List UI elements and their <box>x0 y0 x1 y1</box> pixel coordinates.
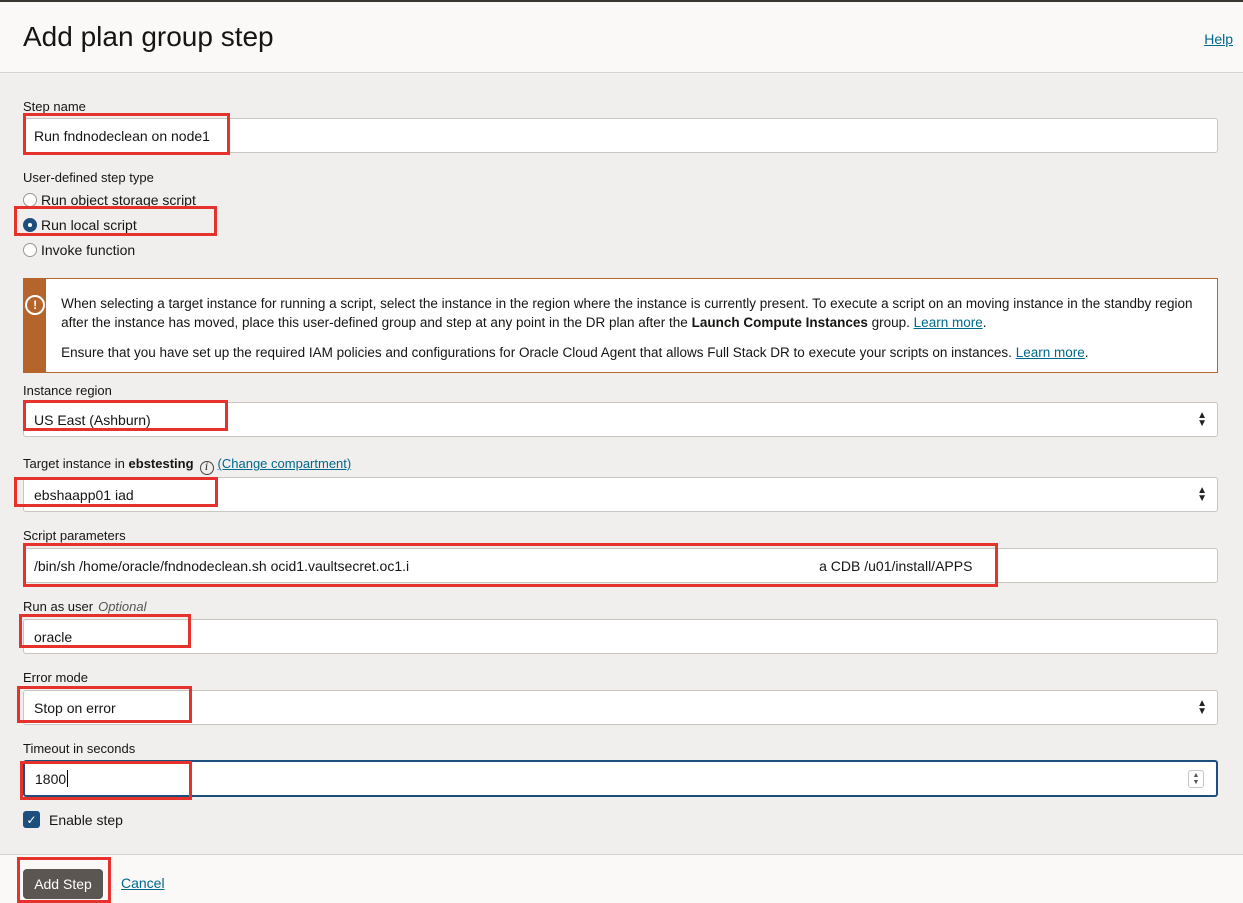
select-arrows-icon: ▲ ▼ <box>1197 484 1207 504</box>
notice-text: When selecting a target instance for run… <box>46 279 1217 372</box>
target-instance-label-prefix: Target instance in <box>23 456 125 471</box>
notice-paragraph: Ensure that you have set up the required… <box>61 345 1089 360</box>
script-parameters-value-end: a CDB /u01/install/APPS <box>819 557 973 574</box>
timeout-label: Timeout in seconds <box>23 741 136 756</box>
cancel-link[interactable]: Cancel <box>121 875 165 891</box>
error-mode-select[interactable]: Stop on error ▲ ▼ <box>23 690 1218 725</box>
timeout-input[interactable]: 1800 ▲ ▼ <box>23 760 1218 797</box>
instance-region-value: US East (Ashburn) <box>34 411 151 428</box>
notice-bold-text: Launch Compute Instances <box>691 315 868 330</box>
radio-label: Invoke function <box>41 242 136 258</box>
notice-bar: ! <box>24 279 47 372</box>
info-icon[interactable]: i <box>199 460 214 475</box>
number-spinner-icon[interactable]: ▲ ▼ <box>1188 769 1204 788</box>
instance-region-select[interactable]: US East (Ashburn) ▲ ▼ <box>23 402 1218 437</box>
compartment-name: ebstesting <box>128 456 194 471</box>
script-parameters-value-start: /bin/sh /home/oracle/fndnodeclean.sh oci… <box>34 557 410 574</box>
radio-unchecked-icon[interactable] <box>23 193 37 207</box>
dialog-footer: Add Step Cancel <box>0 854 1243 903</box>
step-name-label: Step name <box>23 99 86 114</box>
select-arrows-icon: ▲ ▼ <box>1197 697 1207 717</box>
script-parameters-input[interactable]: /bin/sh /home/oracle/fndnodeclean.sh oci… <box>23 548 1218 583</box>
radio-object-storage-script[interactable]: Run object storage script <box>23 192 196 208</box>
radio-checked-icon[interactable] <box>23 218 37 232</box>
run-as-user-label: Run as user Optional <box>23 599 147 614</box>
run-as-user-input[interactable]: oracle <box>23 619 1218 654</box>
select-arrows-icon: ▲ ▼ <box>1197 409 1207 429</box>
radio-unchecked-icon[interactable] <box>23 243 37 257</box>
radio-local-script[interactable]: Run local script <box>23 217 137 233</box>
run-as-user-value: oracle <box>34 628 73 645</box>
alert-circle-icon: ! <box>25 295 46 315</box>
change-compartment-link[interactable]: (Change compartment) <box>218 456 352 471</box>
script-parameters-label: Script parameters <box>23 528 126 543</box>
notice-text-3: Ensure that you have set up the required… <box>61 345 1012 360</box>
instance-region-label: Instance region <box>23 383 112 398</box>
error-mode-value: Stop on error <box>34 699 116 716</box>
checkmark-icon[interactable]: ✓ <box>23 811 40 828</box>
help-link[interactable]: Help <box>1204 31 1233 47</box>
text-caret <box>67 770 69 787</box>
learn-more-link[interactable]: Learn more <box>1016 345 1085 360</box>
target-instance-label: Target instance in ebstesting i (Change co… <box>23 456 351 475</box>
enable-step-label: Enable step <box>49 811 123 828</box>
add-step-button[interactable]: Add Step <box>23 869 103 899</box>
error-mode-label: Error mode <box>23 670 89 685</box>
step-name-value: Run fndnodeclean on node1 <box>34 127 210 144</box>
radio-invoke-function[interactable]: Invoke function <box>23 242 135 258</box>
notice-text-2: group. <box>871 315 910 330</box>
warning-notice: ! When selecting a target instance for r… <box>23 278 1218 373</box>
step-name-input[interactable]: Run fndnodeclean on node1 <box>23 118 1218 153</box>
optional-tag: Optional <box>98 599 147 614</box>
target-instance-select[interactable]: ebshaapp01 iad ▲ ▼ <box>23 477 1218 512</box>
page-title: Add plan group step <box>23 21 274 52</box>
step-type-label: User-defined step type <box>23 170 154 185</box>
notice-paragraph: When selecting a target instance for run… <box>61 296 1193 330</box>
target-instance-value: ebshaapp01 iad <box>34 486 134 503</box>
radio-label: Run object storage script <box>41 192 196 208</box>
learn-more-link[interactable]: Learn more <box>914 315 983 330</box>
radio-label: Run local script <box>41 217 137 233</box>
dialog-header: Add plan group step Help <box>0 2 1243 73</box>
timeout-value: 1800 <box>35 770 67 787</box>
run-as-user-label-text: Run as user <box>23 599 94 614</box>
enable-step-checkbox[interactable]: ✓ Enable step <box>23 811 123 828</box>
notice-text-1: When selecting a target instance for run… <box>61 296 1193 330</box>
